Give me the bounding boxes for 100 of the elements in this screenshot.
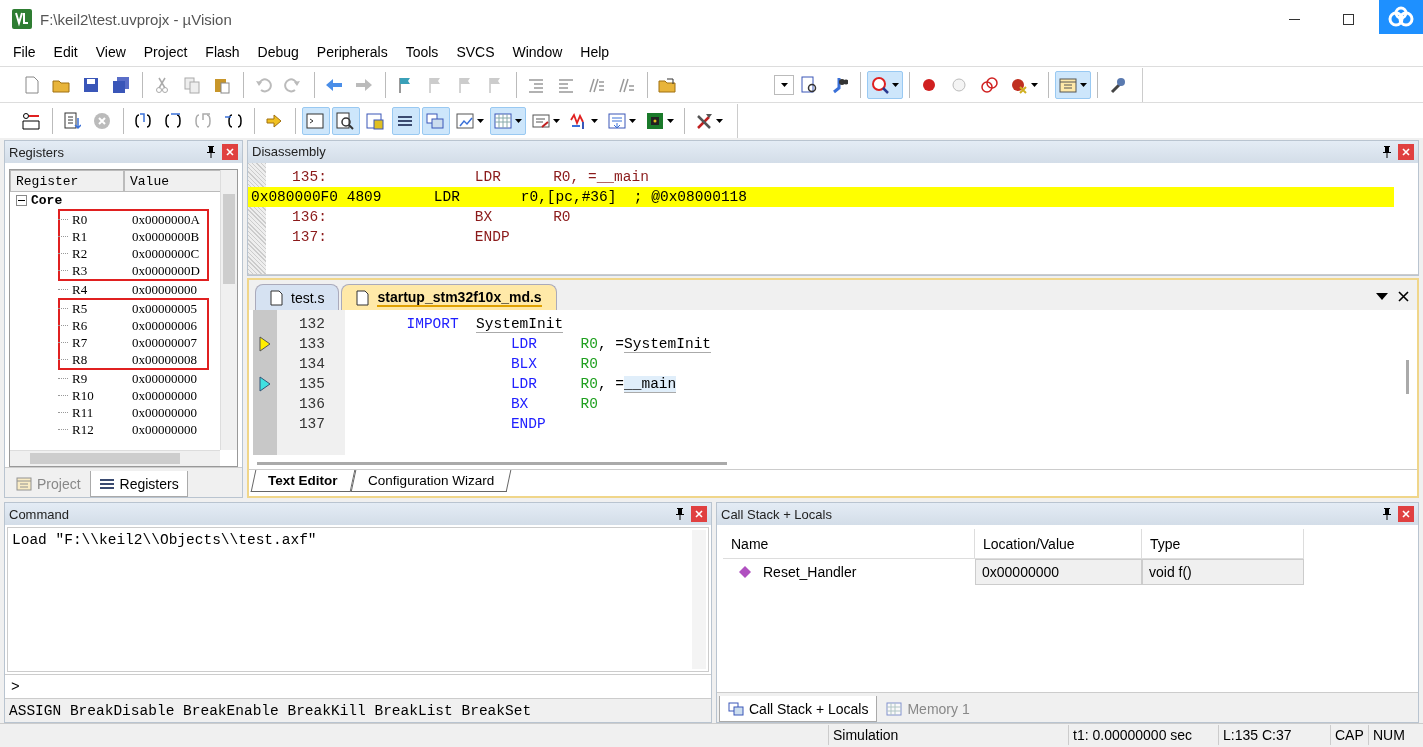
command-prompt: > — [11, 678, 20, 695]
menu-item[interactable]: Tools — [396, 44, 448, 60]
close-icon — [1402, 510, 1410, 518]
close-button[interactable] — [1398, 506, 1414, 522]
toolbar-button[interactable] — [392, 106, 420, 135]
close-icon[interactable] — [1398, 290, 1409, 302]
line-number: 132 — [297, 315, 326, 334]
document-icon — [270, 289, 283, 306]
redo-icon — [284, 75, 302, 94]
horizontal-scrollbar[interactable] — [257, 462, 727, 465]
collapse-toggle[interactable] — [16, 195, 27, 206]
caret-icon — [477, 118, 484, 123]
memory-icon — [494, 111, 512, 130]
pin-icon[interactable] — [1382, 145, 1392, 158]
pin-icon[interactable] — [206, 146, 216, 158]
column-header[interactable]: Name — [723, 529, 975, 559]
menu-item[interactable]: Flash — [196, 44, 249, 60]
disassembly-line: 136: BX R0 — [291, 207, 572, 227]
magnifier-icon — [871, 75, 889, 94]
status-text: L:135 C:37 — [1218, 724, 1330, 745]
project-icon — [16, 475, 32, 492]
register-value: 0x0000000A — [132, 211, 200, 228]
editor-tab[interactable]: Text Editor — [250, 470, 355, 492]
page-icon — [22, 75, 40, 94]
panel-tab[interactable]: Call Stack + Locals — [719, 696, 878, 722]
toolbar-button[interactable] — [867, 70, 903, 99]
register-value: 0x0000000C — [132, 245, 200, 262]
menu-item[interactable]: File — [4, 44, 45, 60]
cloud-icon — [1388, 6, 1414, 28]
command-output: Load "F:\\keil2\\Objects\\test.axf" — [12, 532, 317, 548]
vertical-scrollbar[interactable] — [220, 170, 237, 450]
register-name: R10 — [71, 387, 95, 404]
current-line-arrow-icon — [259, 336, 271, 352]
menu-item[interactable]: Debug — [248, 44, 308, 60]
menu-item[interactable]: SVCS — [447, 44, 504, 60]
close-button[interactable] — [691, 506, 707, 522]
menu-item[interactable]: View — [86, 44, 135, 60]
cloud-button[interactable] — [1379, 0, 1423, 34]
close-icon — [226, 148, 234, 156]
dropdown-field[interactable] — [774, 74, 794, 95]
dropdown-icon[interactable] — [1376, 292, 1388, 300]
trace-icon — [608, 111, 626, 130]
caret-icon — [591, 118, 598, 123]
app-logo-icon — [12, 9, 32, 29]
step-out-icon — [194, 111, 212, 130]
caret-icon — [667, 118, 674, 123]
menu-item[interactable]: Edit — [44, 44, 87, 60]
call-stack-icon — [728, 700, 744, 717]
disassembly-line: 135: LDR R0, =__main — [291, 167, 650, 187]
column-header[interactable]: Value — [124, 170, 223, 192]
wrench-icon — [1108, 75, 1126, 94]
register-name: R12 — [71, 421, 95, 438]
arrow-icon — [265, 111, 283, 130]
caret-icon — [1080, 82, 1087, 87]
menu-item[interactable]: Project — [134, 44, 197, 60]
minimize-icon — [1288, 18, 1300, 20]
register-value: 0x00000008 — [132, 351, 197, 368]
menu-item[interactable]: Peripherals — [307, 44, 397, 60]
close-button[interactable] — [1398, 143, 1414, 160]
code-line: IMPORT SystemInit — [405, 314, 565, 334]
register-name: R5 — [71, 300, 89, 317]
panel-title: Disassembly — [252, 144, 327, 160]
horizontal-scrollbar[interactable] — [10, 450, 220, 466]
caret-icon — [892, 82, 899, 87]
file-tab[interactable]: startup_stm32f10x_md.s — [341, 284, 557, 310]
panel-title: Command — [9, 506, 70, 522]
binoculars-icon — [830, 75, 848, 94]
register-value: 0x00000000 — [132, 281, 197, 298]
toolbar-button[interactable] — [332, 106, 360, 135]
code-line: LDR R0, =__main — [509, 374, 678, 394]
close-button[interactable] — [222, 144, 238, 160]
file-tab[interactable]: test.s — [255, 284, 340, 310]
maximize-icon — [1342, 13, 1354, 25]
register-value: 0x00000000 — [132, 404, 197, 421]
tools-icon — [695, 111, 713, 130]
document-icon — [356, 289, 370, 306]
pin-icon[interactable] — [675, 508, 685, 520]
undo-icon — [254, 75, 272, 94]
diamond-icon — [739, 566, 751, 578]
column-header[interactable]: Register — [10, 170, 124, 192]
editor-tab[interactable]: Configuration Wizard — [350, 470, 511, 492]
vertical-scrollbar[interactable] — [1406, 360, 1409, 394]
disassembly-line: 137: ENDP — [291, 227, 511, 247]
code-line: BX R0 — [509, 395, 599, 414]
window-title: F:\keil2\test.uvprojx - µVision — [40, 10, 233, 28]
register-name: R6 — [71, 317, 89, 334]
floppies-icon — [112, 75, 130, 94]
register-name: R8 — [71, 351, 89, 368]
run-icon — [63, 111, 81, 130]
menu-item[interactable]: Help — [571, 44, 619, 60]
caret-icon — [780, 82, 788, 87]
status-text: CAP — [1330, 724, 1368, 745]
line-number: 134 — [297, 355, 326, 374]
reset-icon — [22, 111, 40, 130]
panel-tab[interactable]: Registers — [89, 471, 188, 497]
pin-icon[interactable] — [1382, 508, 1392, 520]
register-value: 0x0000000B — [132, 228, 200, 245]
register-name: R11 — [71, 404, 95, 421]
panel-title: Registers — [9, 144, 65, 160]
menu-item[interactable]: Window — [503, 44, 572, 60]
